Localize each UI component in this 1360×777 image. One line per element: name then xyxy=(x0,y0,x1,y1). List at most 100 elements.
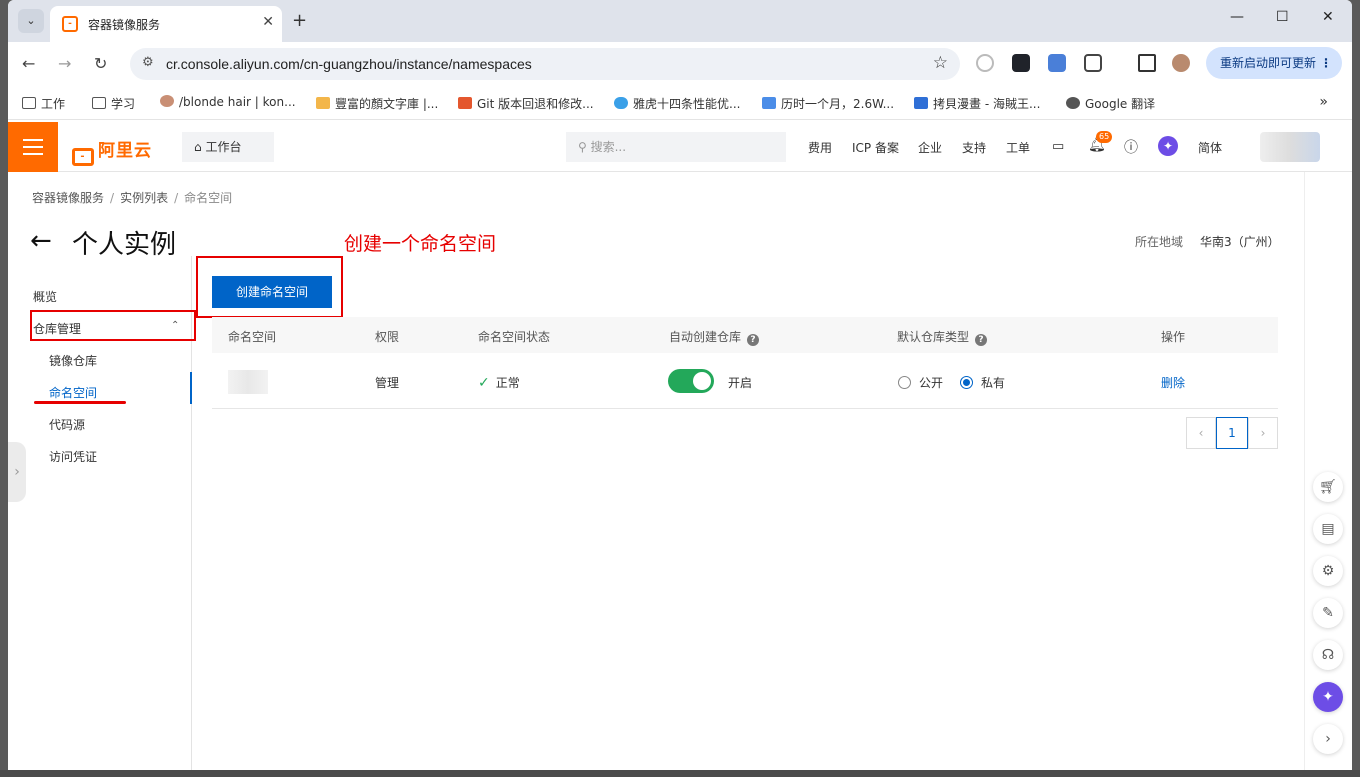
radio-private[interactable]: 私有 xyxy=(960,374,1005,391)
region-label: 所在地域 xyxy=(1135,235,1184,249)
maximize-icon[interactable]: ☐ xyxy=(1276,9,1289,25)
bookmark-item[interactable]: 拷貝漫畫 - 海賊王... xyxy=(914,95,1040,112)
nav-link-ticket[interactable]: 工单 xyxy=(1006,139,1030,156)
nav-link-icp[interactable]: ICP 备案 xyxy=(852,139,899,156)
breadcrumb: 容器镜像服务 / 实例列表 / 命名空间 xyxy=(32,191,233,205)
pagination-next[interactable]: › xyxy=(1248,417,1278,449)
help-icon[interactable]: ⓘ xyxy=(1124,137,1138,157)
ai-assistant-icon[interactable]: ✦ xyxy=(1313,682,1343,712)
ai-assistant-icon[interactable]: ✦ xyxy=(1158,136,1178,156)
tab-close-icon[interactable]: ✕ xyxy=(262,14,274,30)
side-panel-icon[interactable] xyxy=(1138,54,1156,72)
site-info-icon[interactable]: ⚙ xyxy=(142,55,154,70)
logo-text: 阿里云 xyxy=(98,141,152,161)
profile-avatar-icon[interactable] xyxy=(1172,54,1190,72)
folder-icon xyxy=(92,97,106,109)
active-indicator xyxy=(190,372,192,404)
nav-link-enterprise[interactable]: 企业 xyxy=(918,139,942,156)
bookmark-item[interactable]: 雅虎十四条性能优... xyxy=(614,95,740,112)
breadcrumb-item[interactable]: 容器镜像服务 xyxy=(32,191,104,205)
cart-icon[interactable]: 🛒︎ xyxy=(1313,472,1343,502)
radio-button[interactable] xyxy=(898,376,911,389)
forward-icon[interactable]: → xyxy=(58,54,71,73)
help-circle-icon[interactable]: ? xyxy=(747,334,760,346)
bookmarks-more-icon[interactable]: » xyxy=(1319,94,1328,110)
delete-link[interactable]: 删除 xyxy=(1161,374,1185,391)
address-bar[interactable]: ⚙ cr.console.aliyun.com/cn-guangzhou/ins… xyxy=(130,48,960,80)
user-avatar[interactable] xyxy=(1260,132,1320,162)
extension-translate-icon[interactable] xyxy=(1048,54,1066,72)
aliyun-logo-icon: - xyxy=(72,148,94,166)
bookmark-folder-work[interactable]: 工作 xyxy=(22,95,65,112)
sidebar-collapse-handle[interactable]: › xyxy=(8,442,26,502)
browser-tab-active[interactable]: - 容器镜像服务 ✕ xyxy=(50,6,282,42)
search-input[interactable]: ⚲ 搜索... xyxy=(566,132,786,162)
radio-button-selected[interactable] xyxy=(960,376,973,389)
bookmark-item[interactable]: 历时一个月，2.6W... xyxy=(762,95,894,112)
terminal-icon[interactable]: ▭ xyxy=(1052,139,1064,154)
sidebar-item-overview[interactable]: 概览 xyxy=(33,288,57,305)
aliyun-logo[interactable]: - 阿里云 xyxy=(72,136,152,166)
minimize-icon[interactable]: — xyxy=(1230,9,1244,25)
site-favicon-icon xyxy=(914,97,928,109)
table-row: 管理 ✓ 正常 开启 公开 私有 删除 xyxy=(212,353,1278,409)
annotation-underline xyxy=(34,401,126,404)
document-icon[interactable]: ▤ xyxy=(1313,514,1343,544)
bookmark-item[interactable]: /blonde hair | kon... xyxy=(160,95,296,109)
namespace-name-redacted[interactable] xyxy=(228,370,268,394)
edit-icon[interactable]: ✎ xyxy=(1313,598,1343,628)
bookmark-star-icon[interactable]: ☆ xyxy=(933,53,948,73)
aliyun-favicon-icon: - xyxy=(62,16,78,32)
language-switch[interactable]: 简体 xyxy=(1198,139,1222,156)
column-actions: 操作 xyxy=(1161,330,1186,344)
site-favicon-icon xyxy=(458,97,472,109)
sidebar-item-code-source[interactable]: 代码源 xyxy=(49,416,85,433)
globe-icon xyxy=(1066,97,1080,109)
breadcrumb-current: 命名空间 xyxy=(184,191,233,205)
nav-link-billing[interactable]: 费用 xyxy=(808,139,832,156)
bookmark-item[interactable]: Google 翻译 xyxy=(1066,95,1155,112)
more-menu-icon[interactable]: ⋮ xyxy=(1320,47,1332,79)
right-toolbar: 🛒︎ ▤ ⚙ ✎ ☊ ✦ › xyxy=(1304,172,1352,770)
annotation-box-repo-mgmt xyxy=(30,310,196,341)
new-tab-icon[interactable]: + xyxy=(292,10,307,31)
chevron-right-icon[interactable]: › xyxy=(1313,724,1343,754)
permission-cell: 管理 xyxy=(375,376,400,390)
sidebar-item-access-credentials[interactable]: 访问凭证 xyxy=(49,448,97,465)
menu-hamburger-icon[interactable] xyxy=(8,122,58,172)
sidebar-item-image-repos[interactable]: 镜像仓库 xyxy=(49,352,97,369)
url-text[interactable]: cr.console.aliyun.com/cn-guangzhou/insta… xyxy=(166,56,532,72)
taskbar-strip xyxy=(0,770,1360,777)
tab-search-button[interactable]: ⌄ xyxy=(18,9,44,33)
table-header: 命名空间 权限 命名空间状态 自动创建仓库? 默认仓库类型? 操作 xyxy=(212,317,1278,353)
browser-toolbar: ← → ↻ ⚙ cr.console.aliyun.com/cn-guangzh… xyxy=(8,42,1352,86)
extension-timer-icon[interactable] xyxy=(976,54,994,72)
workbench-button[interactable]: ⌂ 工作台 xyxy=(182,132,274,162)
reload-icon[interactable]: ↻ xyxy=(94,54,107,73)
restart-update-button[interactable]: 重新启动即可更新 ⋮ xyxy=(1206,47,1342,79)
window-close-icon[interactable]: ✕ xyxy=(1322,9,1334,25)
nav-link-support[interactable]: 支持 xyxy=(962,139,986,156)
cloud-icon xyxy=(614,97,628,109)
breadcrumb-item[interactable]: 实例列表 xyxy=(120,191,168,205)
extension-react-icon[interactable] xyxy=(1012,54,1030,72)
headset-icon[interactable]: ☊ xyxy=(1313,640,1343,670)
back-icon[interactable]: ← xyxy=(22,54,35,73)
bookmark-folder-study[interactable]: 学习 xyxy=(92,95,135,112)
pagination-page[interactable]: 1 xyxy=(1216,417,1248,449)
bookmark-item[interactable]: Git 版本回退和修改... xyxy=(458,95,594,112)
pagination-prev[interactable]: ‹ xyxy=(1186,417,1216,449)
back-arrow-icon[interactable]: ← xyxy=(30,226,52,256)
extensions-puzzle-icon[interactable] xyxy=(1084,54,1102,72)
status-cell: ✓ 正常 xyxy=(478,375,520,391)
workbench-label: 工作台 xyxy=(205,140,242,154)
radio-public[interactable]: 公开 xyxy=(898,374,943,391)
sidebar-item-namespaces[interactable]: 命名空间 xyxy=(49,384,97,401)
browser-window: ⌄ - 容器镜像服务 ✕ + — ☐ ✕ ← → ↻ ⚙ cr.console.… xyxy=(8,0,1352,770)
bookmark-item[interactable]: 豐富的顏文字庫 |... xyxy=(316,95,438,112)
gear-icon[interactable]: ⚙ xyxy=(1313,556,1343,586)
tab-strip: ⌄ - 容器镜像服务 ✕ + — ☐ ✕ xyxy=(8,0,1352,42)
auto-create-toggle[interactable] xyxy=(668,369,714,393)
annotation-text: 创建一个命名空间 xyxy=(344,233,497,255)
help-circle-icon[interactable]: ? xyxy=(975,334,988,346)
